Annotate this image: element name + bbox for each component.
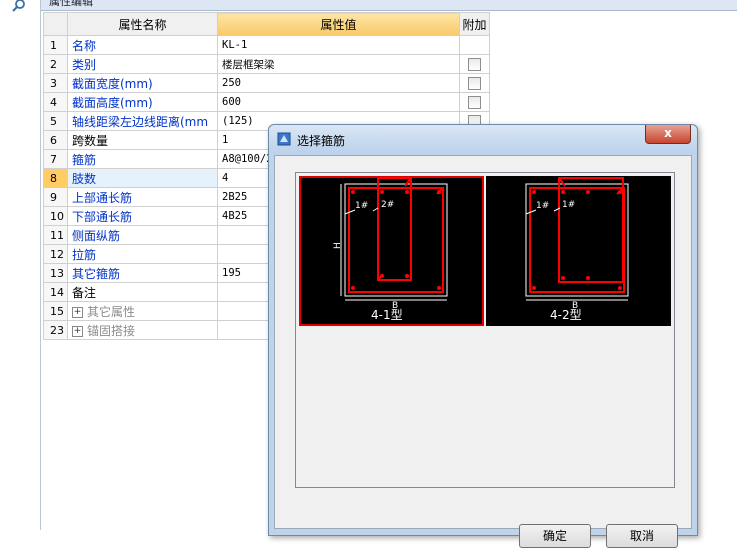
dialog-client: 1# 2# H B 4-1型 1# 1# B 4-2型 确定 取消: [274, 155, 692, 548]
stirrup-tag-1: 1#: [355, 201, 368, 211]
stirrup-type-label: 4-1型: [371, 308, 403, 322]
search-icon: [12, 0, 25, 12]
ok-button[interactable]: 确定: [519, 524, 591, 548]
select-stirrup-dialog: 选择箍筋 x 1# 2# H B 4-1型 1# 1# B 4-2型 确定 取消: [268, 124, 698, 548]
close-button[interactable]: x: [645, 125, 691, 144]
stirrup-option-4-1[interactable]: 1# 2# H B 4-1型: [299, 176, 484, 326]
left-sidebar: [0, 0, 41, 530]
expand-icon[interactable]: +: [72, 306, 83, 318]
table-row[interactable]: 1 名称 KL-1: [43, 35, 490, 55]
stirrup-tag-2: 2#: [381, 200, 394, 210]
stirrup-type-label: 4-2型: [550, 308, 582, 322]
row-number: 5: [43, 111, 68, 131]
stirrup-option-4-2[interactable]: 1# 1# B 4-2型: [486, 176, 671, 326]
property-group[interactable]: + 锚固搭接: [67, 320, 218, 340]
extra-cell: [459, 54, 490, 74]
header-value[interactable]: 属性值: [217, 12, 460, 36]
search-button[interactable]: [8, 0, 32, 14]
panel-tab-bar: 属性编辑: [41, 0, 737, 11]
property-name[interactable]: 箍筋: [67, 149, 218, 169]
row-number: 3: [43, 73, 68, 93]
extra-cell: [459, 35, 490, 55]
property-value[interactable]: 600: [217, 92, 460, 112]
header-name[interactable]: 属性名称: [67, 12, 218, 36]
property-name[interactable]: 其它箍筋: [67, 263, 218, 283]
panel-tab-title[interactable]: 属性编辑: [49, 0, 93, 9]
header-num: [43, 12, 68, 36]
cancel-button[interactable]: 取消: [606, 524, 678, 548]
extra-cell: [459, 92, 490, 112]
dimension-h-label: H: [333, 242, 343, 249]
row-number: 13: [43, 263, 68, 283]
property-name[interactable]: 截面高度(mm): [67, 92, 218, 112]
row-number: 7: [43, 149, 68, 169]
extra-checkbox[interactable]: [468, 76, 481, 90]
property-value[interactable]: KL-1: [217, 35, 460, 55]
property-name[interactable]: 拉筋: [67, 244, 218, 264]
stirrup-4-2-diagram: 1# 1# B 4-2型: [525, 177, 629, 322]
property-name[interactable]: 名称: [67, 35, 218, 55]
property-group-label: 锚固搭接: [87, 323, 136, 338]
property-group-label: 其它属性: [87, 304, 136, 319]
dialog-title: 选择箍筋: [297, 134, 346, 148]
row-number: 2: [43, 54, 68, 74]
table-row[interactable]: 3 截面宽度(mm) 250: [43, 73, 490, 93]
grid-header-row: 属性名称 属性值 附加: [43, 12, 490, 36]
table-row[interactable]: 4 截面高度(mm) 600: [43, 92, 490, 112]
expand-icon[interactable]: +: [72, 325, 83, 337]
header-extra[interactable]: 附加: [459, 12, 490, 36]
row-number: 6: [43, 130, 68, 150]
row-number: 8: [43, 168, 68, 188]
property-group[interactable]: + 其它属性: [67, 301, 218, 321]
property-name[interactable]: 轴线距梁左边线距离(mm: [67, 111, 218, 131]
property-name[interactable]: 侧面纵筋: [67, 225, 218, 245]
row-number: 12: [43, 244, 68, 264]
property-name[interactable]: 下部通长筋: [67, 206, 218, 226]
row-number: 10: [43, 206, 68, 226]
property-value[interactable]: 楼层框架梁: [217, 54, 460, 74]
row-number: 15: [43, 301, 68, 321]
extra-checkbox[interactable]: [468, 57, 481, 71]
property-name[interactable]: 备注: [67, 282, 218, 302]
row-number: 23: [43, 320, 68, 340]
extra-cell: [459, 73, 490, 93]
app-icon: [277, 132, 291, 146]
row-number: 1: [43, 35, 68, 55]
property-value[interactable]: 250: [217, 73, 460, 93]
property-name[interactable]: 类别: [67, 54, 218, 74]
property-name[interactable]: 上部通长筋: [67, 187, 218, 207]
property-name[interactable]: 截面宽度(mm): [67, 73, 218, 93]
close-icon: x: [664, 126, 672, 140]
table-row[interactable]: 2 类别 楼层框架梁: [43, 54, 490, 74]
row-number: 9: [43, 187, 68, 207]
stirrup-4-1-diagram: 1# 2# H B 4-1型: [333, 177, 448, 322]
extra-checkbox[interactable]: [468, 95, 481, 109]
stirrup-type-list: 1# 2# H B 4-1型 1# 1# B 4-2型: [295, 172, 675, 488]
row-number: 11: [43, 225, 68, 245]
row-number: 14: [43, 282, 68, 302]
stirrup-tag-2: 1#: [562, 200, 575, 210]
stirrup-tag-1: 1#: [536, 201, 549, 211]
property-name[interactable]: 肢数: [67, 168, 218, 188]
property-name[interactable]: 跨数量: [67, 130, 218, 150]
row-number: 4: [43, 92, 68, 112]
dialog-titlebar[interactable]: 选择箍筋 x: [269, 125, 697, 153]
